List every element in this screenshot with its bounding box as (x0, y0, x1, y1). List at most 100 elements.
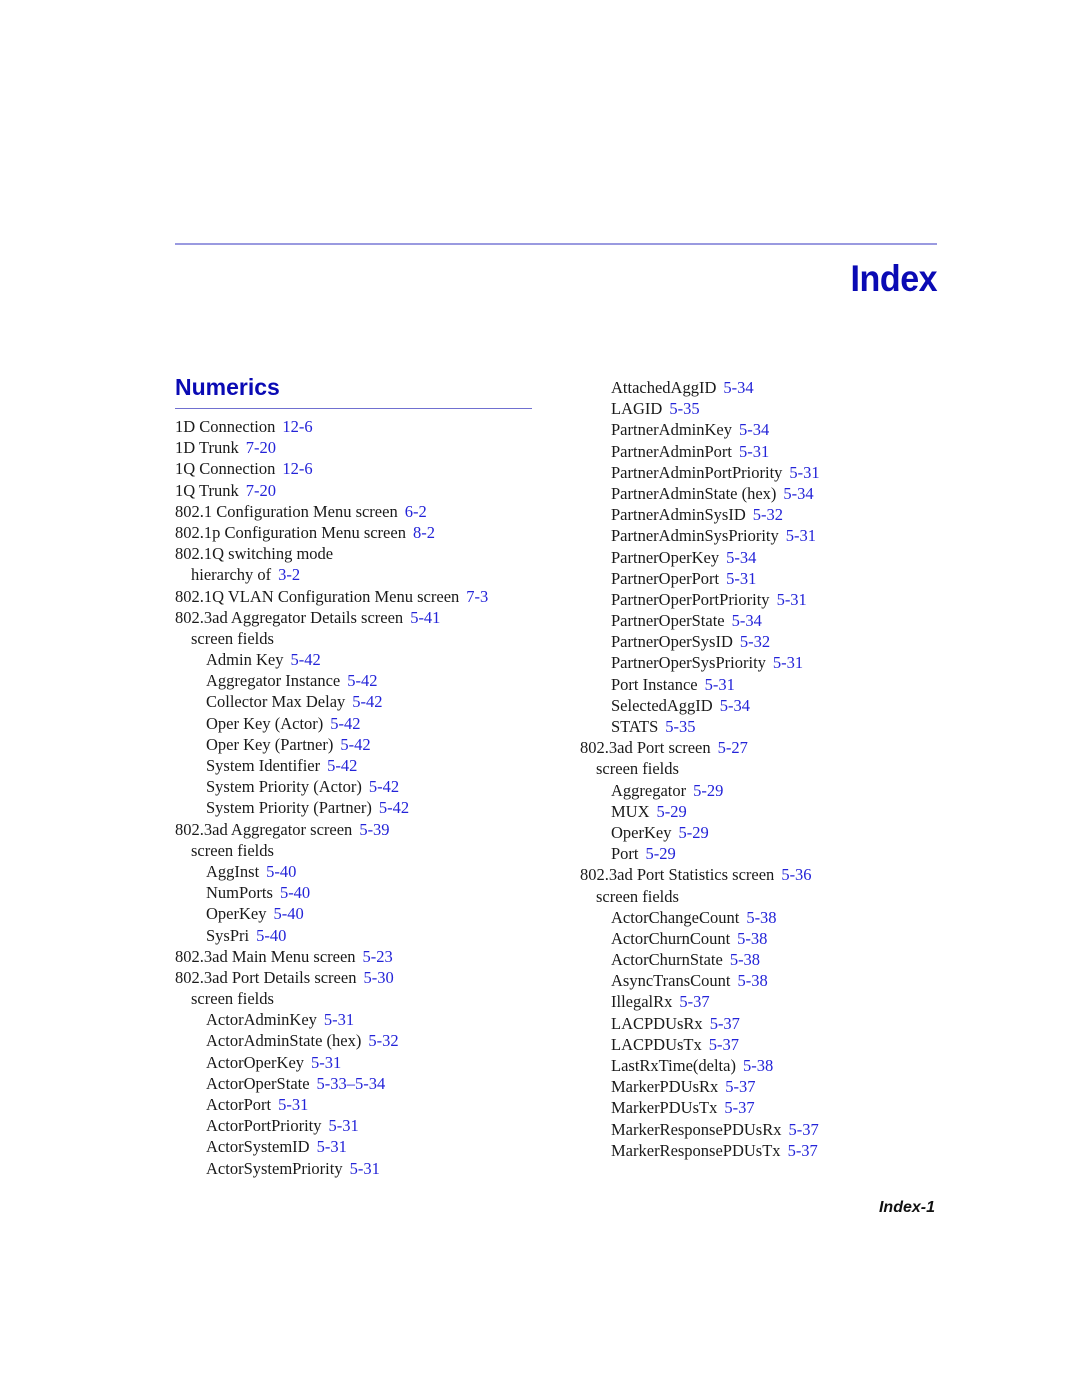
page-reference-link[interactable]: 5-33–5-34 (317, 1074, 386, 1093)
page-reference-link[interactable]: 5-38 (738, 971, 768, 990)
page-reference-link[interactable]: 5-31 (278, 1095, 308, 1114)
index-entry: 802.3ad Port Statistics screen 5-36 (580, 864, 820, 885)
index-entry: 802.1Q switching mode (175, 543, 488, 564)
index-term: Admin Key (206, 650, 284, 670)
page-reference-link[interactable]: 5-31 (773, 653, 803, 672)
page-reference-link[interactable]: 5-34 (739, 420, 769, 439)
page-reference-link[interactable]: 5-34 (723, 378, 753, 397)
index-term: ActorChurnCount (611, 928, 731, 948)
page-reference-link[interactable]: 5-37 (709, 1035, 739, 1054)
page-reference-link[interactable]: 5-42 (327, 756, 357, 775)
page-reference-link[interactable]: 5-32 (753, 505, 783, 524)
index-term: STATS (611, 717, 659, 736)
index-entry: MarkerResponsePDUsRx 5-37 (580, 1119, 820, 1140)
page-reference-link[interactable]: 5-39 (359, 820, 389, 839)
page-reference-link[interactable]: 5-34 (720, 696, 750, 715)
page-reference-link[interactable]: 5-35 (669, 399, 699, 418)
page-reference-link[interactable]: 5-42 (340, 735, 370, 754)
page-reference-link[interactable]: 5-30 (363, 968, 393, 987)
page-reference-link[interactable]: 5-29 (678, 823, 708, 842)
index-entry: 1D Connection 12-6 (175, 416, 488, 437)
page-reference-link[interactable]: 5-37 (679, 992, 709, 1011)
page-number: Index-1 (878, 1199, 935, 1216)
section-rule (175, 408, 532, 409)
page-reference-link[interactable]: 5-38 (730, 950, 760, 969)
index-entry: screen fields (175, 628, 488, 649)
page-reference-link[interactable]: 5-37 (724, 1098, 754, 1117)
index-entry: Admin Key 5-42 (175, 649, 488, 670)
index-entry: PartnerAdminSysPriority 5-31 (580, 525, 820, 546)
page-reference-link[interactable]: 12-6 (282, 459, 312, 478)
page-reference-link[interactable]: 5-31 (705, 675, 735, 694)
page-reference-link[interactable]: 5-34 (783, 484, 813, 503)
page-reference-link[interactable]: 5-38 (746, 908, 776, 927)
page-reference-link[interactable]: 5-32 (368, 1031, 398, 1050)
page-reference-link[interactable]: 5-31 (739, 442, 769, 461)
index-term: MUX (611, 801, 650, 821)
page-reference-link[interactable]: 5-40 (256, 926, 286, 945)
page-reference-link[interactable]: 5-42 (369, 777, 399, 796)
page-reference-link[interactable]: 5-29 (693, 781, 723, 800)
index-term: 802.3ad Port Statistics screen (580, 865, 775, 885)
page-reference-link[interactable]: 5-29 (646, 844, 676, 863)
index-term: 1D Connection (175, 417, 276, 436)
page-reference-link[interactable]: 5-23 (363, 947, 393, 966)
page-reference-link[interactable]: 5-37 (788, 1141, 818, 1160)
page-reference-link[interactable]: 5-35 (665, 717, 695, 736)
page-reference-link[interactable]: 5-42 (330, 714, 360, 733)
page-reference-link[interactable]: 5-31 (777, 590, 807, 609)
page-reference-link[interactable]: 7-3 (466, 587, 488, 606)
page-reference-link[interactable]: 5-42 (352, 692, 382, 711)
index-term: LACPDUsRx (611, 1013, 703, 1033)
page-reference-link[interactable]: 7-20 (246, 438, 276, 457)
page-reference-link[interactable]: 5-29 (657, 802, 687, 821)
page-reference-link[interactable]: 5-27 (718, 738, 748, 757)
page-reference-link[interactable]: 5-38 (737, 929, 767, 948)
page-reference-link[interactable]: 6-2 (405, 502, 427, 521)
page-reference-link[interactable]: 5-34 (732, 611, 762, 630)
index-entry: ActorOperKey 5-31 (175, 1052, 488, 1073)
page-reference-link[interactable]: 5-31 (324, 1010, 354, 1029)
index-term: Oper Key (Partner) (206, 734, 334, 754)
index-term: PartnerOperPort (611, 568, 720, 588)
page-reference-link[interactable]: 5-40 (280, 883, 310, 902)
index-entry: ActorSystemID 5-31 (175, 1136, 488, 1157)
page-reference-link[interactable]: 5-31 (350, 1159, 380, 1178)
page-reference-link[interactable]: 5-31 (311, 1053, 341, 1072)
index-entry: PartnerAdminSysID 5-32 (580, 504, 820, 525)
page-reference-link[interactable]: 5-32 (740, 632, 770, 651)
page-reference-link[interactable]: 5-42 (379, 798, 409, 817)
page-reference-link[interactable]: 7-20 (246, 481, 276, 500)
page-reference-link[interactable]: 5-31 (726, 569, 756, 588)
index-term: MarkerResponsePDUsTx (611, 1140, 781, 1160)
page-reference-link[interactable]: 5-37 (710, 1014, 740, 1033)
page-reference-link[interactable]: 5-40 (273, 904, 303, 923)
page-reference-link[interactable]: 5-31 (786, 526, 816, 545)
index-entry: System Identifier 5-42 (175, 755, 488, 776)
index-entry: 802.1p Configuration Menu screen 8-2 (175, 522, 488, 543)
index-entry: 802.3ad Port screen 5-27 (580, 737, 820, 758)
index-entry: Aggregator 5-29 (580, 780, 820, 801)
page-reference-link[interactable]: 5-31 (317, 1137, 347, 1156)
index-entry: PartnerAdminPort 5-31 (580, 441, 820, 462)
index-entry: PartnerAdminState (hex) 5-34 (580, 483, 820, 504)
page-reference-link[interactable]: 5-34 (726, 548, 756, 567)
page-reference-link[interactable]: 5-42 (347, 671, 377, 690)
page-reference-link[interactable]: 5-37 (789, 1120, 819, 1139)
page-reference-link[interactable]: 12-6 (282, 417, 312, 436)
index-term: PartnerOperKey (611, 547, 720, 567)
page-reference-link[interactable]: 5-31 (329, 1116, 359, 1135)
index-entry: 802.1 Configuration Menu screen 6-2 (175, 501, 488, 522)
page-reference-link[interactable]: 5-36 (781, 865, 811, 884)
page-reference-link[interactable]: 8-2 (413, 523, 435, 542)
index-entry: System Priority (Partner) 5-42 (175, 797, 488, 818)
page-reference-link[interactable]: 5-40 (266, 862, 296, 881)
index-term: hierarchy of (191, 565, 272, 585)
index-term: LastRxTime(delta) (611, 1056, 736, 1075)
page-reference-link[interactable]: 3-2 (278, 565, 300, 584)
page-reference-link[interactable]: 5-37 (725, 1077, 755, 1096)
page-reference-link[interactable]: 5-38 (743, 1056, 773, 1075)
page-reference-link[interactable]: 5-41 (410, 608, 440, 627)
page-reference-link[interactable]: 5-31 (789, 463, 819, 482)
page-reference-link[interactable]: 5-42 (290, 650, 320, 669)
